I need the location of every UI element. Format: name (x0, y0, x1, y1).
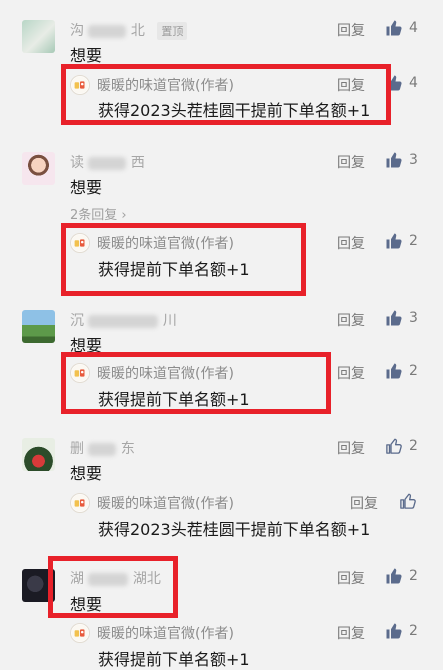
highlight-box (61, 352, 331, 414)
thumbs-up-icon[interactable] (385, 567, 403, 585)
like-count: 4 (409, 20, 418, 36)
comment-text: 想要 (70, 178, 103, 197)
commenter-name-start: 沟 (70, 23, 84, 39)
reply-button[interactable]: 回复 (337, 152, 365, 172)
more-replies-link[interactable]: 2条回复 › (70, 204, 127, 223)
commenter-name-start: 沉 (70, 313, 84, 329)
highlight-box (61, 64, 391, 125)
commenter-name: 删 东 (70, 438, 135, 458)
comment-text: 想要 (70, 464, 103, 483)
blurred-name (88, 24, 127, 38)
avatar[interactable] (22, 310, 55, 343)
like-count: 2 (409, 233, 418, 249)
author-reply-text: 获得2023头茬桂圆干提前下单名额+1 (98, 520, 371, 539)
author-name: 暖暖的味道官微(作者) (97, 626, 234, 642)
commenter-name-end: 西 (130, 155, 145, 171)
reply-button[interactable]: 回复 (337, 568, 365, 588)
thumbs-up-outline-icon[interactable] (399, 492, 417, 510)
thumbs-up-icon[interactable] (385, 232, 403, 250)
avatar[interactable] (22, 438, 55, 471)
reply-button[interactable]: 回复 (350, 493, 378, 513)
commenter-name: 沟 北 置顶 (70, 20, 188, 40)
like-count: 2 (409, 568, 418, 584)
author-avatar (70, 623, 90, 643)
reply-button[interactable]: 回复 (337, 623, 365, 643)
commenter-name-end: 北 (130, 23, 145, 39)
reply-button[interactable]: 回复 (337, 363, 365, 383)
commenter-name-end: 东 (120, 441, 135, 457)
like-count: 3 (409, 152, 418, 168)
author-avatar (70, 493, 90, 513)
commenter-name: 沉 川 (70, 310, 177, 330)
highlight-box (61, 223, 306, 296)
like-count: 3 (409, 310, 418, 326)
thumbs-up-icon[interactable] (385, 309, 403, 327)
pinned-badge: 置顶 (157, 22, 188, 40)
reply-button[interactable]: 回复 (337, 233, 365, 253)
reply-button[interactable]: 回复 (337, 438, 365, 458)
blurred-name (88, 156, 127, 170)
commenter-name-start: 删 (70, 441, 84, 457)
author-reply-text: 获得提前下单名额+1 (98, 650, 250, 669)
author-name: 暖暖的味道官微(作者) (97, 496, 234, 512)
thumbs-up-outline-icon[interactable] (385, 437, 403, 455)
commenter-name: 读 西 (70, 152, 145, 172)
comment-text: 想要 (70, 46, 103, 65)
reply-button[interactable]: 回复 (337, 310, 365, 330)
like-count: 4 (409, 75, 418, 91)
more-replies-label: 2条回复 (70, 208, 118, 223)
thumbs-up-icon[interactable] (385, 151, 403, 169)
blurred-name (88, 314, 159, 328)
thumbs-up-icon[interactable] (385, 622, 403, 640)
blurred-name (88, 442, 117, 456)
commenter-name-start: 读 (70, 155, 84, 171)
thumbs-up-icon[interactable] (385, 19, 403, 37)
chevron-right-icon: › (117, 208, 127, 223)
commenter-name-end: 川 (162, 313, 177, 329)
like-count: 2 (409, 623, 418, 639)
highlight-box (48, 556, 178, 618)
reply-button[interactable]: 回复 (337, 20, 365, 40)
like-count: 2 (409, 363, 418, 379)
like-count: 2 (409, 438, 418, 454)
avatar[interactable] (22, 20, 55, 53)
avatar[interactable] (22, 152, 55, 185)
thumbs-up-icon[interactable] (385, 362, 403, 380)
